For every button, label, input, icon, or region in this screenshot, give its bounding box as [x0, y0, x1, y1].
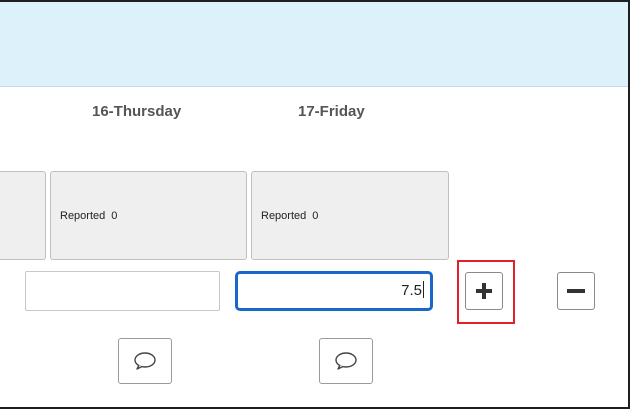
hours-input-friday[interactable]: 7.5: [235, 271, 433, 311]
reported-label: Reported: [60, 210, 106, 222]
hours-input-thursday[interactable]: [25, 271, 220, 311]
comment-button-thursday[interactable]: [118, 338, 172, 384]
reported-value: 0: [312, 210, 319, 222]
add-row-button[interactable]: [465, 272, 503, 310]
day-tile-thursday[interactable]: Reported 0: [50, 171, 247, 260]
speech-bubble-icon: [134, 352, 156, 370]
header-band: [0, 2, 628, 87]
day-header-thursday: 16-Thursday: [92, 103, 182, 120]
comment-button-friday[interactable]: [319, 338, 373, 384]
day-tile-friday[interactable]: Reported 0: [251, 171, 449, 260]
hours-value: 7.5: [401, 282, 422, 299]
reported-label: Reported: [261, 210, 307, 222]
plus-icon: [476, 283, 492, 299]
reported-summary: Reported 0: [60, 210, 117, 222]
reported-value: 0: [111, 210, 118, 222]
minus-icon: [567, 289, 585, 293]
day-tile-previous[interactable]: [0, 171, 46, 260]
day-header-friday: 17-Friday: [298, 103, 365, 120]
remove-row-button[interactable]: [557, 272, 595, 310]
speech-bubble-icon: [335, 352, 357, 370]
text-cursor: [423, 281, 424, 298]
timesheet-panel: 16-Thursday 17-Friday Reported 0 Reported…: [0, 0, 630, 409]
reported-summary: Reported 0: [261, 210, 318, 222]
